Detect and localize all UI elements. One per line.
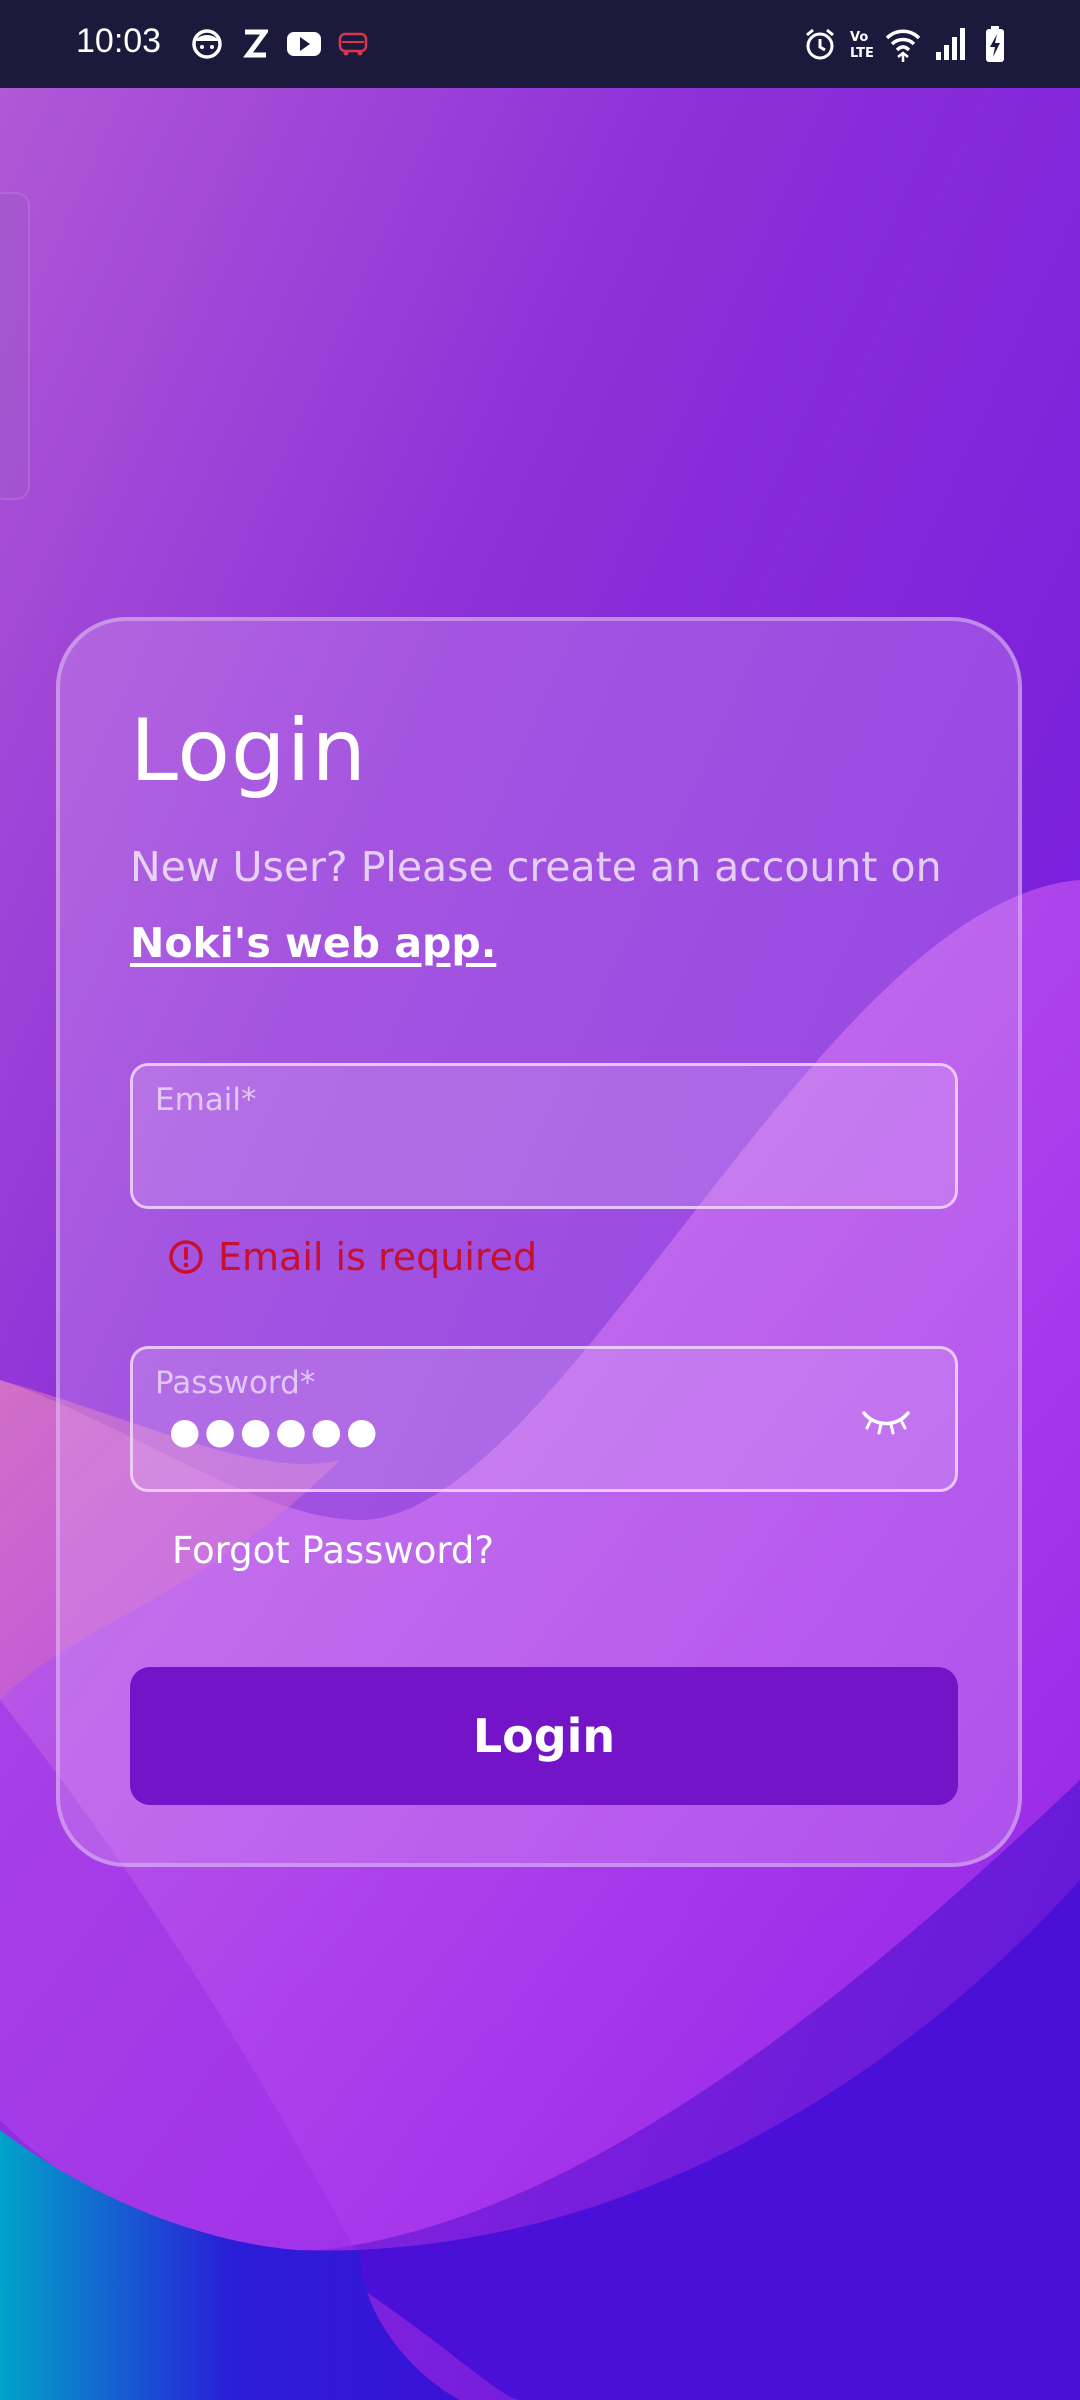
email-label: Email* <box>155 1082 257 1118</box>
login-card: Login New User? Please create an account… <box>56 617 1022 1867</box>
status-bar: 10:03 Vo LTE <box>0 0 1080 88</box>
error-alert-icon <box>169 1240 203 1274</box>
login-title: Login <box>130 701 368 801</box>
email-error-text: Email is required <box>218 1235 538 1279</box>
edge-panel-handle[interactable] <box>0 192 30 500</box>
youtube-icon <box>287 32 321 56</box>
signup-prompt: New User? Please create an account on <box>130 843 942 891</box>
email-error: Email is required <box>168 1229 537 1285</box>
email-field[interactable]: Email* <box>130 1063 958 1209</box>
forgot-password-link[interactable]: Forgot Password? <box>172 1529 494 1572</box>
signal-icon <box>936 28 965 60</box>
login-screen: 10:03 Vo LTE Login New User? Please crea… <box>0 0 1080 2400</box>
battery-charging-icon <box>986 26 1004 62</box>
svg-text:Vo: Vo <box>850 30 868 45</box>
alarm-icon <box>806 28 834 60</box>
login-button[interactable]: Login <box>130 1667 958 1805</box>
wifi-icon <box>885 29 921 62</box>
web-app-link[interactable]: Noki's web app. <box>130 919 496 967</box>
status-time: 10:03 <box>76 22 162 60</box>
redbus-icon <box>338 32 368 56</box>
password-value: ●●●●●● <box>169 1411 382 1452</box>
password-label: Password* <box>155 1365 316 1401</box>
svg-text:LTE: LTE <box>850 46 874 61</box>
app-face-icon <box>192 29 222 59</box>
z-app-icon <box>243 29 268 58</box>
eye-closed-icon[interactable] <box>861 1407 911 1437</box>
password-field[interactable]: Password* ●●●●●● <box>130 1346 958 1492</box>
volte-icon: Vo LTE <box>850 30 874 61</box>
